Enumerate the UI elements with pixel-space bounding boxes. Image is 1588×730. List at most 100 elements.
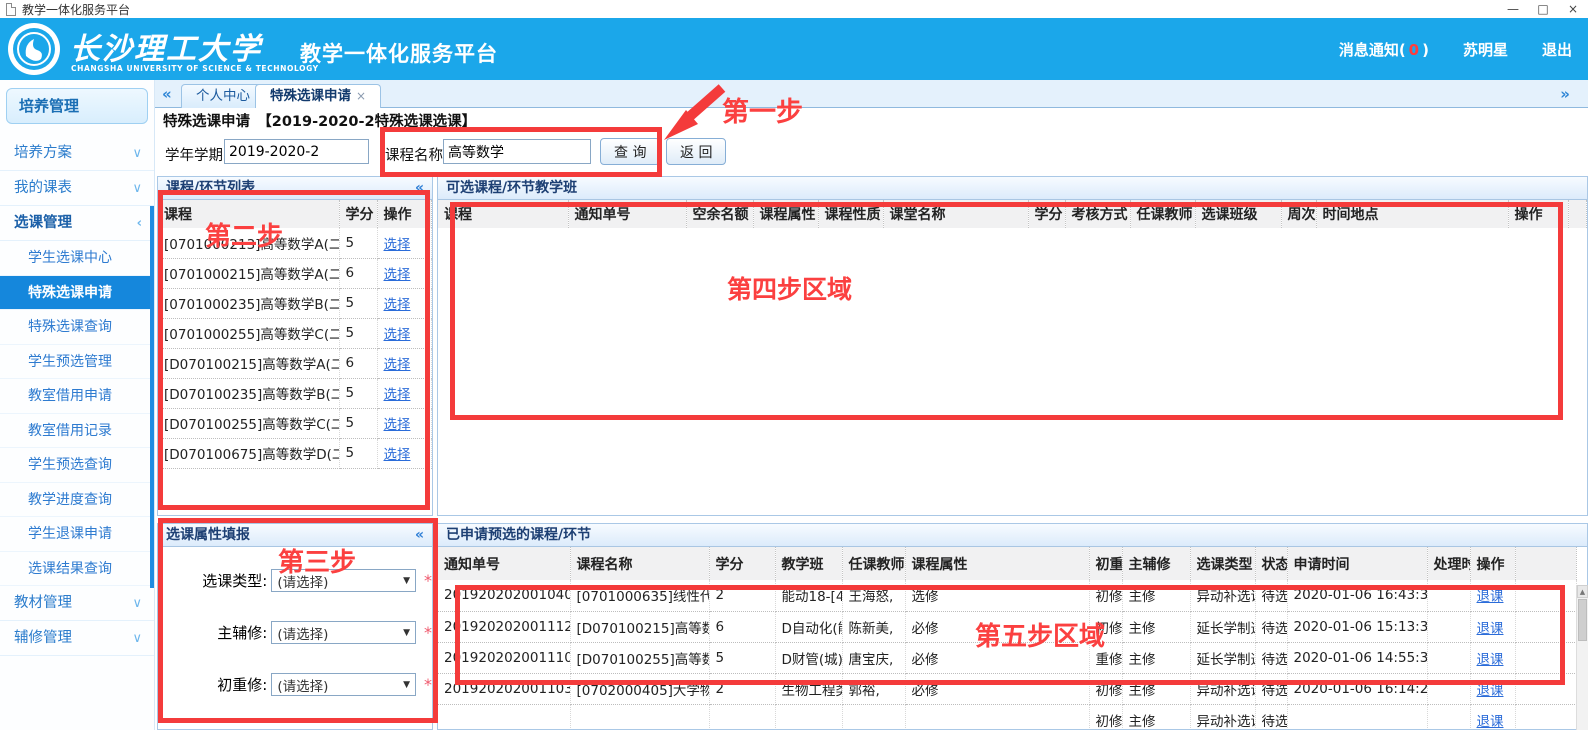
sidebar-item-preselect-mgmt[interactable]: 学生预选管理 — [0, 345, 154, 380]
window-titlebar: 教学一体化服务平台 — □ × — [0, 0, 1588, 18]
close-button[interactable]: × — [1558, 2, 1588, 16]
action-cell: 选择 — [377, 348, 432, 378]
process-time-cell — [1427, 611, 1470, 642]
course-row: [D070100215]高等数学A(二) 6 选择 — [158, 348, 432, 378]
collapse-panel-icon[interactable]: « — [415, 524, 424, 546]
tab-close-icon[interactable]: × — [356, 89, 366, 103]
column-header-filler — [1568, 200, 1587, 228]
column-header: 选课班级 — [1195, 200, 1281, 228]
process-time-cell — [1427, 642, 1470, 673]
sidebar-item-training-plan[interactable]: 培养方案∨ — [0, 136, 154, 171]
notice-no-cell: 20192020200110390 — [438, 673, 570, 704]
sidebar-item-selection-result-query[interactable]: 选课结果查询 — [0, 552, 154, 587]
maximize-button[interactable]: □ — [1528, 2, 1558, 16]
notice-no-cell: 20192020200111028 — [438, 642, 570, 673]
drop-course-link[interactable]: 退课 — [1477, 714, 1504, 730]
sidebar-item-classroom-borrow-apply[interactable]: 教室借用申请 — [0, 379, 154, 414]
credit-cell — [709, 704, 775, 730]
first-retake-cell: 重修 — [1089, 642, 1122, 673]
filler-cell — [1515, 611, 1577, 642]
sidebar-item-my-timetable[interactable]: 我的课表∨ — [0, 171, 154, 206]
tab-scroll-left-icon[interactable]: « — [162, 85, 172, 103]
column-header: 操作 — [377, 200, 432, 228]
column-header: 学分 — [709, 547, 775, 580]
action-cell: 退课 — [1470, 580, 1515, 611]
tab-personal-center[interactable]: 个人中心 — [181, 84, 265, 108]
credit-cell: 2 — [709, 580, 775, 611]
term-label: 学年学期: — [165, 144, 228, 165]
select-course-link[interactable]: 选择 — [384, 417, 411, 433]
select-course-link[interactable]: 选择 — [384, 237, 411, 253]
collapse-panel-icon[interactable]: « — [415, 177, 424, 199]
major-minor-cell: 主修 — [1122, 673, 1190, 704]
chevron-down-icon: ∨ — [132, 586, 142, 621]
action-cell: 选择 — [377, 438, 432, 468]
sidebar-item-course-selection-mgmt[interactable]: 选课管理‹ — [0, 206, 154, 241]
course-name-input[interactable] — [443, 139, 591, 164]
course-list-panel: 课程/环节列表« 课程 学分 操作 [0701000213]高等数学A(二) 5… — [157, 176, 433, 516]
column-header: 课程属性 — [753, 200, 818, 228]
course-row: [D070100255]高等数学C(二) 5 选择 — [158, 408, 432, 438]
first-retake-dropdown[interactable]: (请选择)▼ — [271, 673, 416, 696]
column-header: 课程名称 — [570, 547, 709, 580]
scroll-up-icon[interactable]: ▲ — [1577, 585, 1588, 598]
vertical-scrollbar[interactable]: ▲ — [1576, 585, 1588, 730]
action-cell: 退课 — [1470, 611, 1515, 642]
select-course-link[interactable]: 选择 — [384, 357, 411, 373]
column-header: 教学班 — [775, 547, 842, 580]
tab-scroll-right-icon[interactable]: » — [1560, 85, 1570, 103]
teacher-cell — [842, 704, 905, 730]
major-minor-dropdown[interactable]: (请选择)▼ — [271, 621, 416, 644]
select-course-link[interactable]: 选择 — [384, 387, 411, 403]
drop-course-link[interactable]: 退课 — [1477, 683, 1504, 699]
course-name-cell: [0702000405]大学物理B — [570, 673, 709, 704]
drop-course-link[interactable]: 退课 — [1477, 589, 1504, 605]
first-retake-cell: 初修 — [1089, 673, 1122, 704]
chevron-down-icon: ∨ — [132, 136, 142, 171]
credit-cell: 6 — [339, 348, 377, 378]
course-cell: [D070100255]高等数学C(二) — [158, 408, 339, 438]
sidebar-item-special-selection-apply[interactable]: 特殊选课申请 — [0, 276, 154, 311]
course-attr-cell: 选修 — [905, 580, 1089, 611]
credit-cell: 6 — [339, 258, 377, 288]
drop-course-link[interactable]: 退课 — [1477, 621, 1504, 637]
select-type-cell: 延长学制选课 — [1190, 642, 1255, 673]
user-name[interactable]: 苏明星 — [1463, 39, 1508, 60]
logout-button[interactable]: 退出 — [1542, 39, 1572, 60]
scrollbar-thumb[interactable] — [1578, 599, 1587, 641]
course-attr-cell — [905, 704, 1089, 730]
window-title: 教学一体化服务平台 — [22, 1, 130, 18]
apply-time-cell — [1287, 704, 1427, 730]
apply-time-cell: 2020-01-06 14:55:30 — [1287, 642, 1427, 673]
required-star: * — [424, 571, 432, 590]
dropdown-arrow-icon: ▼ — [403, 680, 415, 690]
sidebar-item-textbook-mgmt[interactable]: 教材管理∨ — [0, 586, 154, 621]
select-type-dropdown[interactable]: (请选择)▼ — [271, 569, 416, 592]
drop-course-link[interactable]: 退课 — [1477, 652, 1504, 668]
sidebar-item-teaching-progress-query[interactable]: 教学进度查询 — [0, 483, 154, 518]
applied-courses-panel: 已申请预选的课程/环节 通知单号 课程名称 学分 教学班 任课教师 课程属性 初… — [437, 523, 1588, 730]
column-header: 通知单号 — [438, 547, 570, 580]
sidebar-item-special-selection-query[interactable]: 特殊选课查询 — [0, 310, 154, 345]
action-cell: 选择 — [377, 408, 432, 438]
applied-row: 20192020200111028 [D070100255]高等数学C(二) 5… — [438, 642, 1577, 673]
select-course-link[interactable]: 选择 — [384, 297, 411, 313]
select-course-link[interactable]: 选择 — [384, 327, 411, 343]
applied-row: 初修 主修 异动补选课 待选 退课 — [438, 704, 1577, 730]
search-button[interactable]: 查 询 — [600, 138, 660, 165]
tab-special-selection-apply[interactable]: 特殊选课申请× — [255, 84, 381, 108]
sidebar-item-student-selection-center[interactable]: 学生选课中心 — [0, 241, 154, 276]
course-attr-cell: 必修 — [905, 611, 1089, 642]
sidebar-item-preselect-query[interactable]: 学生预选查询 — [0, 448, 154, 483]
term-input[interactable] — [224, 139, 369, 164]
sidebar-item-classroom-borrow-record[interactable]: 教室借用记录 — [0, 414, 154, 449]
sidebar-item-minor-mgmt[interactable]: 辅修管理∨ — [0, 621, 154, 656]
select-course-link[interactable]: 选择 — [384, 267, 411, 283]
back-button[interactable]: 返 回 — [666, 138, 726, 165]
select-course-link[interactable]: 选择 — [384, 447, 411, 463]
minimize-button[interactable]: — — [1498, 2, 1528, 16]
sidebar-item-course-drop-apply[interactable]: 学生退课申请 — [0, 517, 154, 552]
column-header: 任课教师 — [1130, 200, 1195, 228]
notifications-link[interactable]: 消息通知(0) — [1339, 39, 1429, 60]
attribute-panel-header: 选课属性填报« — [158, 524, 432, 547]
